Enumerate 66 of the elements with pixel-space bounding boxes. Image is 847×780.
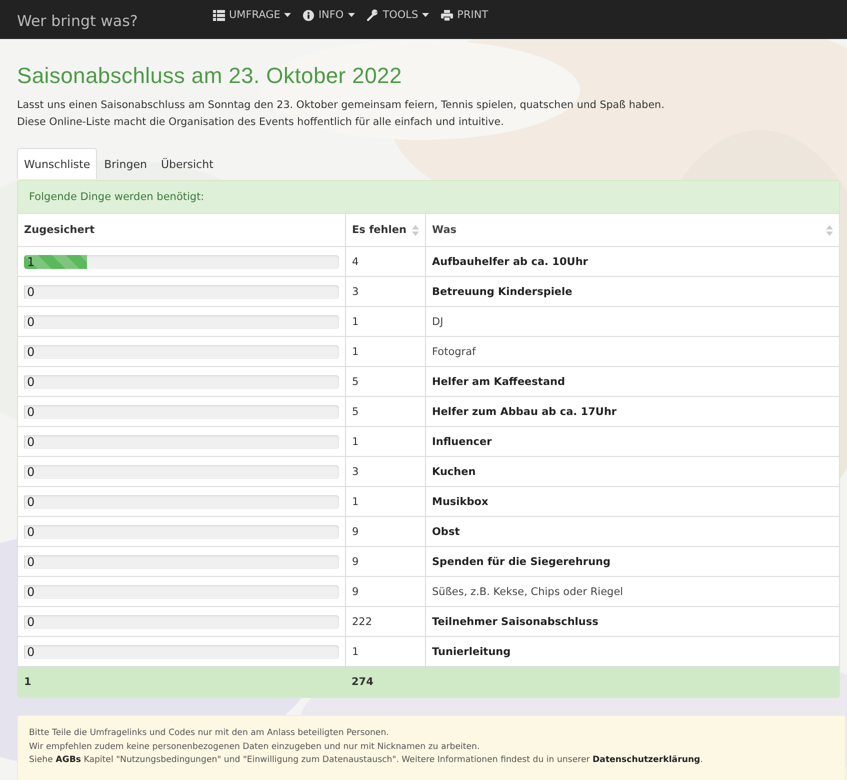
table-cell: 9 — [346, 516, 426, 546]
notice-text: Bitte Teile die Umfragelinks und Codes nur mit den am Anlass beteiligten Personen. — [29, 727, 390, 740]
progress-label: 0 — [26, 554, 35, 568]
printer-icon — [441, 10, 454, 20]
column-header[interactable]: Was — [426, 214, 839, 246]
table-cell: Betreuung Kinderspiele — [426, 276, 839, 306]
progress-label: 0 — [26, 284, 35, 298]
nav-menu-item[interactable]: INFO — [303, 9, 355, 21]
nav-menu-item[interactable]: TOOLS — [366, 9, 430, 21]
table-cell: Spenden für die Siegerehrung — [426, 546, 839, 576]
table-cell: 1 — [346, 306, 426, 336]
progress-label: 0 — [26, 344, 35, 358]
table-cell: Helfer zum Abbau ab ca. 17Uhr — [426, 396, 839, 426]
progress-label: 0 — [26, 434, 35, 448]
tab[interactable]: Bringen — [97, 148, 154, 179]
progress-label: 0 — [26, 314, 35, 328]
tab[interactable]: Wunschliste — [17, 148, 98, 179]
table-cell: Kuchen — [426, 456, 839, 486]
progress-label: 1 — [26, 254, 35, 268]
table-cell: 5 — [346, 366, 426, 396]
table-cell: 1 — [346, 486, 426, 516]
table-cell: Influencer — [426, 426, 839, 456]
list-icon — [213, 10, 225, 20]
progress-label: 0 — [26, 494, 35, 508]
progress-label: 0 — [26, 584, 35, 598]
intro-text: Lasst uns einen Saisonabschluss am Sonntag den 23. Oktober gemeinsam feiern, Tennis spielen, quatschen und Spaß haben. — [17, 98, 666, 113]
progress-label: 0 — [26, 464, 35, 478]
table-cell: 1 — [346, 336, 426, 366]
progress-label: 0 — [26, 404, 35, 418]
intro-text: Diese Online-Liste macht die Organisation des Events hoffentlich für alle einfach und intuitive. — [17, 115, 505, 130]
progress-label: 0 — [26, 524, 35, 538]
table-cell: 9 — [346, 546, 426, 576]
table-cell: Obst — [426, 516, 839, 546]
table-cell: 3 — [346, 456, 426, 486]
privacy-link[interactable]: Datenschutzerklärung — [592, 755, 700, 765]
notice-text: Siehe AGBs Kapitel "Nutzungsbedingungen" und "Einwilligung zum Datenaustausch". Weitere Informationen findest du in unserer Datenschutzerklärung. — [29, 754, 704, 767]
table-cell: Teilnehmer Saisonabschluss — [426, 606, 839, 636]
table-cell: Helfer am Kaffeestand — [426, 366, 839, 396]
table-cell: Aufbauhelfer ab ca. 10Uhr — [426, 246, 839, 276]
column-header[interactable]: Es fehlen — [346, 214, 426, 246]
table-cell: DJ — [426, 306, 839, 336]
column-header[interactable]: Zugesichert — [18, 214, 346, 246]
total-cell: 274 — [346, 666, 426, 697]
nav-menu-item[interactable]: UMFRAGE — [213, 9, 292, 21]
tab[interactable]: Übersicht — [154, 148, 220, 179]
agb-link[interactable]: AGBs — [56, 755, 81, 765]
info-icon — [303, 10, 314, 20]
panel-heading: Folgende Dinge werden benötigt: — [18, 181, 839, 214]
table-cell: 1 — [346, 426, 426, 456]
progress-label: 0 — [26, 614, 35, 628]
total-cell: 1 — [18, 666, 346, 697]
table-cell: 9 — [346, 576, 426, 606]
progress-label: 0 — [26, 644, 35, 658]
wrench-icon — [366, 9, 379, 21]
table-cell: Süßes, z.B. Kekse, Chips oder Riegel — [426, 576, 839, 606]
page-title: Saisonabschluss am 23. Oktober 2022 — [17, 63, 403, 89]
notice-text: Wir empfehlen zudem keine personenbezogenen Daten einzugeben und nur mit Nicknamen zu arbeiten. — [29, 740, 481, 754]
table-cell: 222 — [346, 606, 426, 636]
table-cell: Fotograf — [426, 336, 839, 366]
brand-title[interactable]: Wer bringt was? — [17, 12, 213, 30]
nav-menu-item[interactable]: PRINT — [441, 9, 488, 21]
table-cell: Musikbox — [426, 486, 839, 516]
table-cell: 5 — [346, 396, 426, 426]
progress-label: 0 — [26, 374, 35, 388]
table-cell: 3 — [346, 276, 426, 306]
table-cell: 4 — [346, 246, 426, 276]
